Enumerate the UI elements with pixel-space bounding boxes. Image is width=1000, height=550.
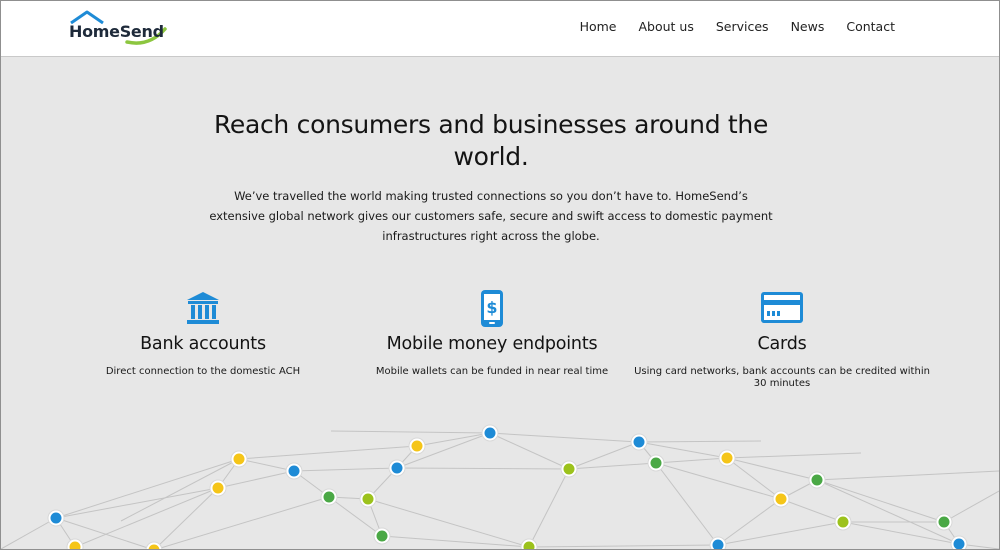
network-node bbox=[563, 463, 575, 475]
network-link bbox=[816, 479, 945, 523]
network-link bbox=[816, 470, 999, 481]
svg-text:$: $ bbox=[486, 298, 497, 317]
network-node bbox=[938, 516, 950, 528]
network-node bbox=[837, 516, 849, 528]
network-graphic bbox=[1, 424, 999, 549]
feature-description: Using card networks, bank accounts can b… bbox=[634, 366, 930, 389]
network-node bbox=[233, 453, 245, 465]
feature-cards: Cards Using card networks, bank accounts… bbox=[632, 289, 932, 389]
network-link bbox=[717, 498, 782, 546]
network-link bbox=[528, 468, 570, 548]
network-link bbox=[655, 457, 728, 464]
network-node bbox=[811, 474, 823, 486]
network-link bbox=[330, 430, 491, 434]
network-node bbox=[633, 436, 645, 448]
feature-title: Bank accounts bbox=[140, 334, 266, 354]
feature-title: Mobile money endpoints bbox=[386, 334, 598, 354]
network-node bbox=[411, 440, 423, 452]
network-link bbox=[74, 487, 219, 548]
nav-home[interactable]: Home bbox=[580, 19, 617, 34]
network-node bbox=[391, 462, 403, 474]
network-link bbox=[217, 470, 295, 489]
network-node bbox=[323, 491, 335, 503]
site-header: HomeSend Home About us Services News Con… bbox=[1, 1, 999, 57]
feature-mobile-money: $ Mobile money endpoints Mobile wallets … bbox=[342, 289, 642, 378]
network-link bbox=[396, 467, 570, 470]
homesend-logo[interactable]: HomeSend bbox=[67, 9, 177, 49]
network-link bbox=[55, 487, 219, 519]
nav-about-us[interactable]: About us bbox=[638, 19, 693, 34]
network-node bbox=[953, 538, 965, 549]
network-link bbox=[238, 445, 418, 460]
network-node bbox=[288, 465, 300, 477]
page-frame: HomeSend Home About us Services News Con… bbox=[0, 0, 1000, 550]
network-link bbox=[1, 517, 57, 549]
network-link bbox=[943, 490, 999, 523]
network-node bbox=[376, 530, 388, 542]
hero-description: We’ve travelled the world making trusted… bbox=[209, 189, 773, 243]
network-node bbox=[362, 493, 374, 505]
feature-bank-accounts: Bank accounts Direct connection to the d… bbox=[53, 289, 353, 378]
network-link bbox=[489, 432, 640, 443]
main-nav: Home About us Services News Contact bbox=[558, 19, 895, 34]
nav-contact[interactable]: Contact bbox=[846, 19, 895, 34]
network-link bbox=[638, 440, 762, 443]
network-link bbox=[780, 498, 844, 523]
network-link bbox=[816, 479, 960, 545]
network-link bbox=[293, 467, 398, 472]
logo-text: HomeSend bbox=[69, 22, 164, 41]
network-node bbox=[484, 427, 496, 439]
network-link bbox=[381, 535, 530, 548]
bank-icon bbox=[187, 292, 219, 324]
feature-description: Mobile wallets can be funded in near rea… bbox=[375, 366, 609, 377]
network-link bbox=[655, 462, 719, 546]
feature-title: Cards bbox=[757, 334, 807, 354]
network-node bbox=[775, 493, 787, 505]
card-icon bbox=[761, 292, 803, 323]
network-node bbox=[650, 457, 662, 469]
feature-description: Direct connection to the domestic ACH bbox=[105, 366, 301, 377]
network-node bbox=[212, 482, 224, 494]
mobile-money-icon: $ bbox=[481, 290, 503, 327]
network-link bbox=[717, 521, 844, 546]
network-link bbox=[489, 432, 570, 470]
nav-services[interactable]: Services bbox=[716, 19, 769, 34]
network-link bbox=[416, 432, 491, 447]
network-link bbox=[726, 452, 862, 459]
network-link bbox=[155, 496, 330, 549]
network-link bbox=[726, 457, 818, 481]
network-node bbox=[721, 452, 733, 464]
hero-title: Reach consumers and businesses around th… bbox=[213, 110, 769, 171]
network-link bbox=[528, 544, 719, 548]
nav-news[interactable]: News bbox=[791, 19, 825, 34]
network-link bbox=[367, 498, 530, 548]
network-link bbox=[655, 462, 782, 500]
network-node bbox=[50, 512, 62, 524]
